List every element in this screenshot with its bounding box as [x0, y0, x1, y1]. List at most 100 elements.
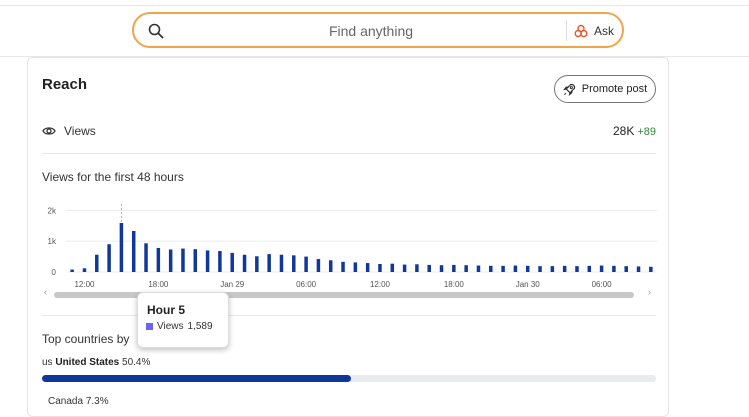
- chart-bar: [70, 269, 74, 272]
- chart-bar: [501, 265, 505, 272]
- chart-bar: [612, 265, 616, 272]
- x-tick-label: 12:00: [74, 280, 95, 289]
- chart-bar: [193, 249, 198, 272]
- tooltip-value: 1,589: [187, 321, 213, 332]
- chart-bar: [378, 263, 382, 272]
- tooltip-row: Views 1,589: [146, 321, 213, 332]
- chart-bar: [562, 265, 567, 272]
- chart-bar: [489, 265, 493, 272]
- chart-bar: [267, 254, 271, 272]
- chart-bar: [439, 265, 444, 272]
- tooltip-series: Views: [157, 321, 184, 332]
- country-share-bar: [42, 375, 656, 382]
- search-divider: [566, 21, 567, 41]
- chart-bar: [636, 266, 641, 272]
- chart-bar: [341, 261, 345, 272]
- views-count: 28K: [612, 124, 635, 138]
- divider: [42, 315, 656, 316]
- chart-bar: [624, 266, 628, 272]
- reach-card: Reach Promote post Views 28K +89 Views fo…: [27, 57, 669, 417]
- chart-bar: [587, 265, 592, 272]
- x-tick-label: 18:00: [148, 280, 169, 289]
- country-share: 50.4%: [122, 357, 151, 368]
- chart-bar: [279, 254, 284, 272]
- chart-bar: [538, 266, 542, 272]
- chart-bar: [218, 251, 222, 272]
- y-tick-label: 2k: [48, 206, 57, 215]
- views-value: 28K +89: [613, 124, 656, 138]
- card-title: Reach: [42, 76, 88, 93]
- chart-bar: [230, 252, 234, 272]
- chart-bar: [402, 264, 407, 272]
- chart-tooltip: Hour 5 Views 1,589: [137, 292, 229, 348]
- country-name: Canada: [48, 396, 84, 407]
- chart-bar: [95, 254, 99, 272]
- chart-bar: [525, 265, 530, 272]
- chart-bar: [181, 248, 185, 272]
- x-tick-label: 06:00: [592, 280, 613, 289]
- series-swatch: [146, 323, 153, 330]
- x-tick-label: 18:00: [444, 280, 465, 289]
- chart-bar: [476, 265, 481, 272]
- chart-bar: [242, 254, 247, 272]
- country-share: 7.3%: [85, 396, 109, 407]
- scroll-right-arrow[interactable]: ›: [648, 287, 651, 297]
- chart-bar: [107, 244, 111, 272]
- chart-bar: [328, 260, 333, 272]
- divider: [42, 153, 656, 154]
- chart-bar: [390, 263, 395, 272]
- top-bar: Ask: [0, 0, 749, 57]
- country-item: us United States 50.4%: [42, 357, 150, 368]
- chart-bar: [427, 264, 431, 272]
- views-summary: Views 28K +89: [42, 123, 656, 141]
- chart-bar: [353, 262, 358, 272]
- chart-bar: [119, 223, 124, 272]
- x-tick-label: 06:00: [296, 280, 317, 289]
- tooltip-title: Hour 5: [147, 303, 186, 317]
- promote-post-label: Promote post: [581, 83, 648, 95]
- x-tick-label: 12:00: [370, 280, 391, 289]
- country-code: us: [42, 357, 53, 368]
- chart-bar: [304, 256, 308, 272]
- chart-title: Views for the first 48 hours: [42, 170, 184, 184]
- search-input[interactable]: [174, 18, 568, 44]
- country-name: United States: [55, 357, 120, 368]
- search-bar[interactable]: Ask: [132, 12, 624, 48]
- chart-bar: [82, 268, 87, 272]
- ask-label: Ask: [594, 24, 615, 38]
- chart-bar: [255, 256, 259, 272]
- y-tick-label: 0: [52, 268, 57, 277]
- chart-bar: [464, 265, 468, 272]
- x-tick-label: Jan 29: [220, 280, 245, 289]
- views-label: Views: [64, 124, 96, 138]
- chart-bar: [550, 266, 555, 272]
- rocket-icon: [562, 83, 575, 96]
- chart-bar: [156, 247, 161, 272]
- ask-icon: [574, 24, 588, 38]
- country-share-fill: [42, 375, 352, 382]
- chart-bar: [292, 255, 296, 272]
- y-tick-label: 1k: [48, 237, 57, 246]
- promote-post-button[interactable]: Promote post: [554, 75, 656, 103]
- chart-bar: [649, 266, 653, 272]
- search-icon: [148, 23, 164, 39]
- chart-bar: [316, 259, 321, 272]
- ask-button[interactable]: Ask: [574, 22, 614, 40]
- scroll-left-arrow[interactable]: ‹: [44, 287, 47, 297]
- chart-bar: [575, 266, 579, 272]
- chart-bar: [144, 243, 148, 272]
- x-tick-label: Jan 30: [516, 280, 541, 289]
- countries-title: Top countries by: [42, 332, 130, 346]
- country-item: Canada 7.3%: [48, 396, 109, 407]
- chart-bar: [415, 264, 419, 272]
- chart-bar: [365, 263, 370, 272]
- chart-bar: [599, 265, 604, 272]
- eye-icon: [42, 127, 56, 135]
- views-delta: +89: [637, 126, 656, 138]
- chart-bar: [513, 265, 518, 272]
- chart-bar: [168, 249, 173, 272]
- chart-bar: [131, 230, 136, 272]
- top-divider: [0, 5, 749, 6]
- chart-bar: [205, 250, 210, 272]
- chart-bar: [452, 264, 456, 272]
